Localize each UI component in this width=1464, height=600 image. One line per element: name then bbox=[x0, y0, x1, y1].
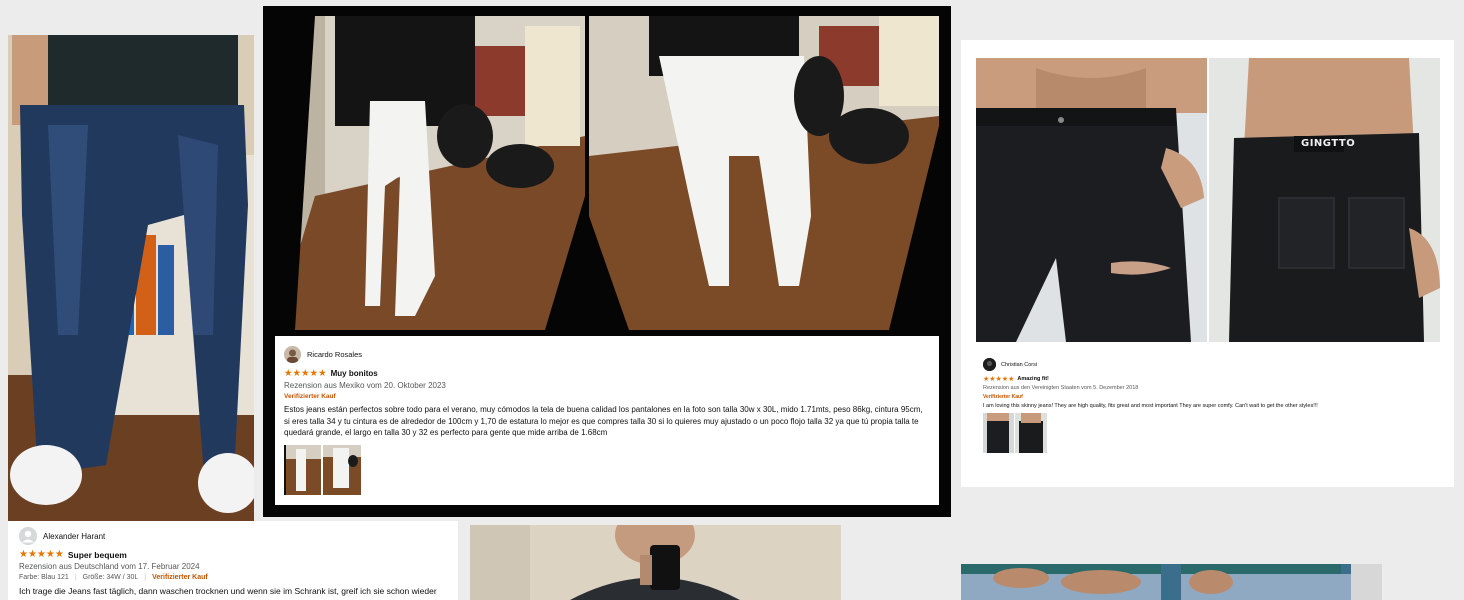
size-variant-label: Größe: 34W / 30L bbox=[82, 574, 139, 581]
review-body: Estos jeans están perfectos sobre todo p… bbox=[284, 405, 923, 437]
reviewer-row: Ricardo Rosales bbox=[284, 346, 929, 363]
photo-mirror-selfie bbox=[470, 525, 841, 600]
star-rating: ★★★★★ bbox=[983, 376, 1015, 383]
divider: | bbox=[74, 574, 77, 581]
review-location-date: Rezension aus Deutschland vom 17. Februa… bbox=[19, 562, 200, 571]
verified-purchase-badge: Verifizierter Kauf bbox=[983, 394, 1023, 400]
review-headline[interactable]: Muy bonitos bbox=[331, 369, 378, 378]
photo-blue-jeans-standing bbox=[8, 35, 254, 521]
photo-white-jeans-mirror-1 bbox=[275, 16, 585, 330]
reviewer-row: Alexander Harant bbox=[19, 527, 448, 545]
variant-row: Farbe: Blau 121 | Größe: 34W / 30L | Ver… bbox=[19, 574, 448, 581]
verified-purchase-badge: Verifizierter Kauf bbox=[284, 393, 336, 400]
photo-light-blue-jeans bbox=[961, 564, 1382, 600]
review-headline[interactable]: Amazing fit! bbox=[1017, 376, 1048, 382]
verified-purchase-badge: Verifizierter Kauf bbox=[152, 574, 208, 581]
review-image-thumbnails bbox=[284, 444, 929, 495]
review-image-thumbnails bbox=[983, 413, 1443, 453]
review-thumbnail[interactable] bbox=[1015, 413, 1047, 453]
review-body: Ich trage die Jeans fast täglich, dann w… bbox=[19, 586, 437, 596]
photo-black-jeans-front bbox=[976, 58, 1207, 342]
star-rating: ★★★★★ bbox=[19, 549, 64, 560]
reviewer-name[interactable]: Ricardo Rosales bbox=[307, 350, 362, 359]
photo-white-jeans-mirror-2 bbox=[589, 16, 939, 330]
brand-waistband-label: GINGTTO bbox=[1301, 138, 1356, 149]
review-headline[interactable]: Super bequem bbox=[68, 550, 127, 560]
review-location-date: Rezension aus Mexiko vom 20. Oktober 202… bbox=[284, 381, 446, 390]
review-body: I am loving this skinny jeans! They are … bbox=[983, 403, 1318, 409]
review-location-date: Rezension aus den Vereinigten Staaten vo… bbox=[983, 385, 1139, 391]
review-title-row: ★★★★★ Muy bonitos bbox=[284, 368, 929, 379]
avatar-placeholder-icon bbox=[19, 527, 37, 545]
divider: | bbox=[144, 574, 147, 581]
color-variant-label: Farbe: Blau 121 bbox=[19, 574, 69, 581]
reviewer-name[interactable]: Alexander Harant bbox=[43, 532, 105, 541]
reviewer-row: Christian Corsi bbox=[983, 358, 1443, 371]
reviewer-name[interactable]: Christian Corsi bbox=[1001, 362, 1037, 368]
review-title-row: ★★★★★ Amazing fit! bbox=[983, 375, 1443, 383]
review-title-row: ★★★★★ Super bequem bbox=[19, 549, 448, 560]
review-card-es: Ricardo Rosales ★★★★★ Muy bonitos Rezens… bbox=[275, 336, 939, 505]
avatar bbox=[284, 346, 301, 363]
photo-black-jeans-back: GINGTTO bbox=[1209, 58, 1440, 342]
review-thumbnail[interactable] bbox=[983, 413, 1014, 453]
review-thumbnail[interactable] bbox=[323, 444, 361, 495]
review-thumbnail[interactable] bbox=[284, 444, 321, 495]
star-rating: ★★★★★ bbox=[284, 368, 327, 379]
avatar bbox=[983, 358, 996, 371]
review-collage-black-jeans: GINGTTO Christian Corsi ★★★★★ Amazing fi… bbox=[961, 40, 1454, 487]
review-collage-white-jeans: Ricardo Rosales ★★★★★ Muy bonitos Rezens… bbox=[263, 6, 951, 517]
review-card-de: Alexander Harant ★★★★★ Super bequem Reze… bbox=[8, 521, 458, 600]
review-card-en: Christian Corsi ★★★★★ Amazing fit! Rezen… bbox=[983, 358, 1443, 453]
